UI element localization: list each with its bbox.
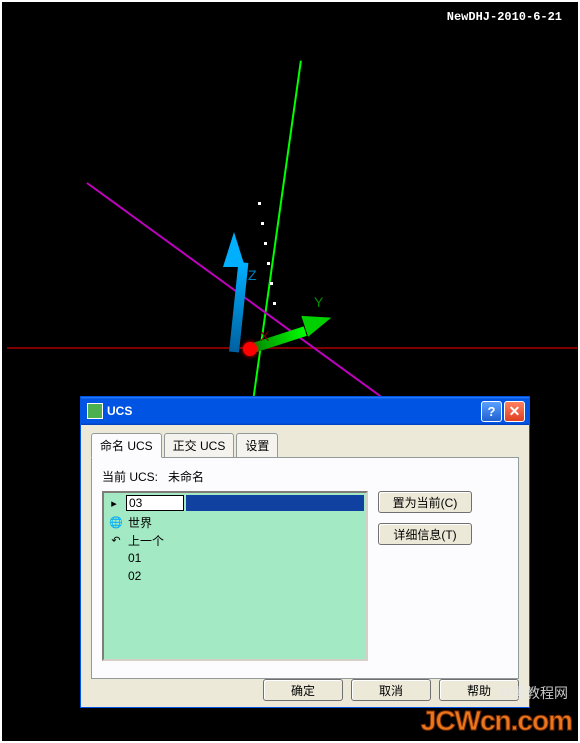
- tick-mark: [273, 302, 276, 305]
- axis-label-z: Z: [248, 267, 257, 283]
- ucs-dialog: UCS ? ✕ 命名 UCS 正交 UCS 设置 当前 UCS: 未命名 ▸: [80, 396, 530, 708]
- list-item[interactable]: 🌐 世界: [104, 513, 366, 531]
- current-ucs-value: 未命名: [168, 470, 204, 484]
- tick-mark: [258, 202, 261, 205]
- dialog-body: 命名 UCS 正交 UCS 设置 当前 UCS: 未命名 ▸ 🌐: [81, 425, 529, 683]
- ucs-listbox[interactable]: ▸ 🌐 世界 ↶ 上一个 01: [102, 491, 368, 661]
- set-current-button[interactable]: 置为当前(C): [378, 491, 472, 513]
- tick-mark: [270, 282, 273, 285]
- list-item[interactable]: ↶ 上一个: [104, 531, 366, 549]
- tick-mark: [267, 262, 270, 265]
- list-item[interactable]: 02: [104, 567, 366, 585]
- axis-label-y: Y: [314, 294, 323, 310]
- arrow-y-body: [248, 326, 306, 353]
- list-item-label: 上一个: [128, 532, 164, 549]
- dialog-title: UCS: [107, 404, 479, 418]
- list-item-editing[interactable]: ▸: [104, 493, 366, 513]
- tick-mark: [264, 242, 267, 245]
- watermark-cn: 中国教程网: [498, 683, 568, 703]
- ok-button[interactable]: 确定: [263, 679, 343, 701]
- current-ucs-label: 当前 UCS: 未命名: [102, 468, 508, 485]
- tab-panel: 当前 UCS: 未命名 ▸ 🌐 世界 ↶: [91, 457, 519, 679]
- list-item-label: 世界: [128, 514, 152, 531]
- globe-icon: 🌐: [108, 515, 124, 529]
- list-item-label: 02: [128, 569, 141, 583]
- tab-named-ucs[interactable]: 命名 UCS: [91, 433, 162, 458]
- selection-highlight: [186, 495, 364, 511]
- tab-bar: 命名 UCS 正交 UCS 设置: [91, 433, 519, 458]
- tab-settings[interactable]: 设置: [236, 433, 278, 458]
- current-ucs-prefix: 当前 UCS:: [102, 470, 158, 484]
- list-item[interactable]: 01: [104, 549, 366, 567]
- tick-mark: [261, 222, 264, 225]
- arrow-z-head: [223, 232, 245, 267]
- arrow-z-body: [229, 262, 248, 353]
- app-icon: [87, 403, 103, 419]
- details-button[interactable]: 详细信息(T): [378, 523, 472, 545]
- blank-icon: [108, 551, 124, 565]
- help-icon[interactable]: ?: [481, 401, 502, 422]
- cancel-button[interactable]: 取消: [351, 679, 431, 701]
- titlebar[interactable]: UCS ? ✕: [81, 397, 529, 425]
- date-label: NewDHJ-2010-6-21: [447, 10, 562, 24]
- axis-line-z: [247, 61, 302, 438]
- close-icon[interactable]: ✕: [504, 401, 525, 422]
- tab-ortho-ucs[interactable]: 正交 UCS: [164, 433, 235, 458]
- axis-label-x: X: [260, 328, 269, 344]
- pointer-icon: ▸: [106, 496, 122, 510]
- origin-point: [243, 342, 257, 356]
- rename-input[interactable]: [126, 495, 184, 511]
- blank-icon: [108, 569, 124, 583]
- arrow-y-head: [301, 307, 334, 337]
- watermark-jcw: JCWcn.com: [421, 705, 572, 737]
- list-item-label: 01: [128, 551, 141, 565]
- axis-line-x: [7, 347, 577, 349]
- prev-icon: ↶: [108, 533, 124, 547]
